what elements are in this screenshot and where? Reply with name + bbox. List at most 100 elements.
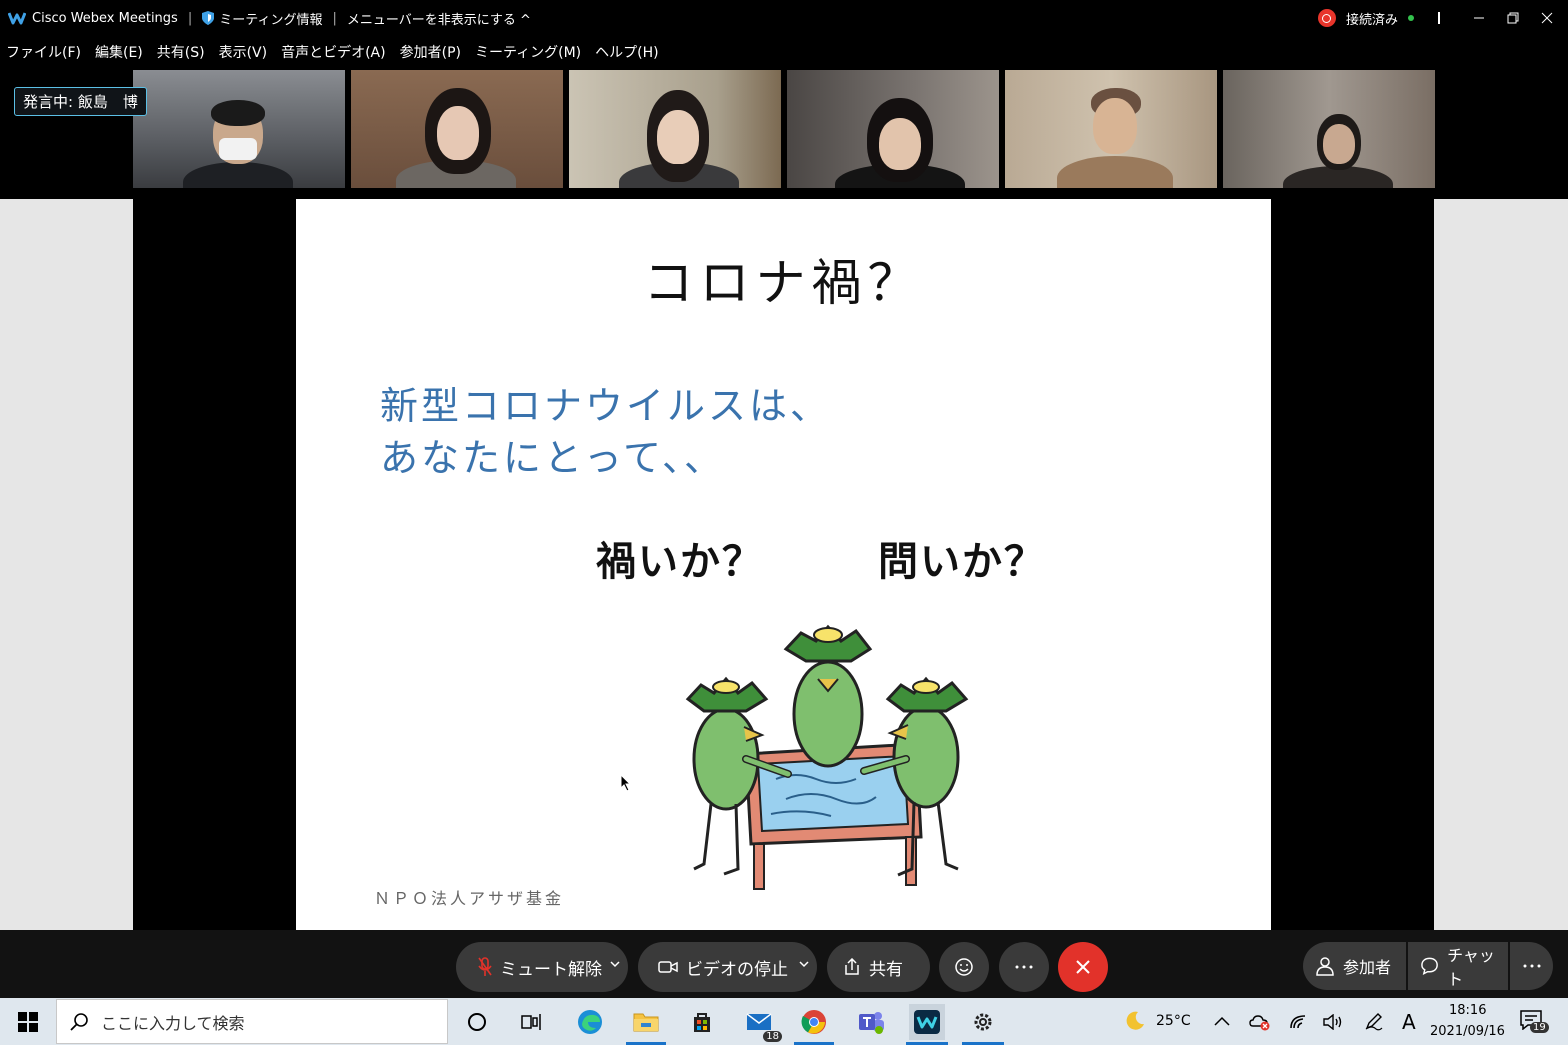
wifi-icon[interactable] <box>1289 1014 1307 1030</box>
video-strip: 発言中: 飯島 博 <box>0 68 1568 199</box>
meeting-info-label: ミーティング情報 <box>219 12 323 28</box>
participants-button[interactable]: 参加者 <box>1303 942 1406 990</box>
gear-icon <box>974 1013 992 1031</box>
person-icon <box>1316 957 1334 976</box>
participant-head <box>657 110 699 164</box>
taskbar-search-box[interactable]: ここに入力して検索 <box>56 999 448 1044</box>
menu-audio-video[interactable]: 音声とビデオ(A) <box>281 42 386 62</box>
minimize-icon <box>1474 17 1484 19</box>
participant-head <box>437 106 479 160</box>
mouse-cursor-icon <box>620 774 632 792</box>
shield-icon <box>202 11 215 25</box>
weather-temp[interactable]: 25°C <box>1156 1013 1191 1029</box>
connection-status: 接続済み <box>1345 12 1398 28</box>
face-mask <box>219 138 257 160</box>
webex-logo-icon <box>914 1010 940 1034</box>
windows-taskbar: ここに入力して検索 18 25°C A 18:16 2021/09/16 19 <box>0 998 1568 1045</box>
unmute-label: ミュート解除 <box>500 959 602 980</box>
more-options-button[interactable] <box>999 942 1049 992</box>
microphone-muted-icon <box>478 957 492 976</box>
connected-dot-icon <box>1408 15 1414 21</box>
slide-footer: ＮＰＯ法人アサザ基金 <box>374 889 565 908</box>
edge-logo-icon <box>578 1010 602 1034</box>
slide-subtitle-line1: 新型コロナウイルスは、 <box>380 384 832 428</box>
share-icon <box>845 958 859 975</box>
participant-body <box>1057 156 1173 188</box>
smiley-icon <box>955 958 973 976</box>
ime-indicator[interactable]: A <box>1402 1010 1416 1034</box>
more-dots-icon <box>1523 964 1540 968</box>
restore-icon <box>1507 12 1519 24</box>
menu-view[interactable]: 表示(V) <box>219 42 268 62</box>
weather-moon-icon[interactable] <box>1124 1010 1146 1032</box>
slide-title: コロナ禍？ <box>643 254 924 312</box>
menu-bar: ファイル(F) 編集(E) 共有(S) 表示(V) 音声とビデオ(A) 参加者(… <box>0 36 1568 68</box>
share-label: 共有 <box>869 959 903 980</box>
participant-head <box>1093 98 1137 154</box>
onedrive-error-icon[interactable] <box>1249 1013 1271 1031</box>
menu-share[interactable]: 共有(S) <box>157 42 205 62</box>
task-view-button[interactable] <box>514 1004 550 1040</box>
participants-label: 参加者 <box>1343 958 1392 977</box>
participant-hair <box>211 100 265 126</box>
chevron-up-icon[interactable] <box>1214 1016 1230 1026</box>
recording-icon[interactable] <box>1317 9 1336 27</box>
unmute-button[interactable]: ミュート解除 <box>456 942 628 992</box>
chevron-down-icon[interactable] <box>610 959 620 969</box>
edge-browser-icon[interactable] <box>572 1004 608 1040</box>
leave-meeting-button[interactable] <box>1058 942 1108 992</box>
video-camera-icon <box>658 961 678 973</box>
chrome-icon[interactable] <box>796 1004 832 1040</box>
store-icon[interactable] <box>684 1004 720 1040</box>
stop-video-label: ビデオの停止 <box>686 959 788 980</box>
shared-slide: コロナ禍？ 新型コロナウイルスは、 あなたにとって、、 禍いか？ 問いか？ ＮＰ… <box>296 199 1271 930</box>
participant-head <box>879 118 921 170</box>
reactions-button[interactable] <box>939 942 989 992</box>
menu-file[interactable]: ファイル(F) <box>6 42 81 62</box>
volume-icon[interactable] <box>1323 1014 1343 1030</box>
menu-meeting[interactable]: ミーティング(M) <box>475 42 581 62</box>
menu-help[interactable]: ヘルプ(H) <box>595 42 658 62</box>
mail-icon[interactable]: 18 <box>742 1004 782 1042</box>
app-title: Cisco Webex Meetings <box>32 10 178 26</box>
clock-date[interactable]: 2021/09/16 <box>1430 1024 1505 1039</box>
close-icon <box>1076 960 1090 974</box>
share-button[interactable]: 共有 <box>827 942 930 992</box>
participant-video-tile[interactable] <box>569 70 781 188</box>
envelope-icon <box>746 1013 772 1030</box>
panel-more-button[interactable] <box>1510 942 1553 990</box>
clock-time[interactable]: 18:16 <box>1449 1003 1486 1018</box>
cortana-button[interactable] <box>459 1004 495 1040</box>
restore-button[interactable] <box>1496 0 1530 36</box>
file-explorer-icon[interactable] <box>628 1004 664 1040</box>
participant-video-tile[interactable] <box>787 70 999 188</box>
menu-participants[interactable]: 参加者(P) <box>400 42 461 62</box>
minimize-button[interactable] <box>1462 0 1496 36</box>
slide-question-1: 禍いか？ <box>596 539 764 585</box>
participant-video-tile[interactable] <box>351 70 563 188</box>
webex-taskbar-icon[interactable] <box>909 1004 945 1040</box>
participant-head <box>1323 124 1355 164</box>
slide-subtitle-line2: あなたにとって、、 <box>380 436 726 480</box>
stop-video-button[interactable]: ビデオの停止 <box>638 942 817 992</box>
teams-icon[interactable] <box>853 1004 889 1040</box>
hide-menubar-button[interactable]: メニューバーを非表示にする ^ <box>347 9 531 28</box>
settings-icon[interactable] <box>965 1004 1001 1040</box>
title-bar-right: 接続済み <box>1317 0 1568 36</box>
participant-video-tile[interactable] <box>1005 70 1217 188</box>
pen-icon[interactable] <box>1364 1011 1384 1031</box>
meeting-info-button[interactable]: ミーティング情報 <box>202 9 322 28</box>
shopping-bag-icon <box>694 1013 710 1032</box>
search-placeholder: ここに入力して検索 <box>101 1013 245 1033</box>
active-speaker-badge: 発言中: 飯島 博 <box>14 87 147 116</box>
menu-edit[interactable]: 編集(E) <box>95 42 143 62</box>
task-view-icon <box>521 1014 541 1030</box>
start-button[interactable] <box>10 1004 46 1040</box>
participant-video-tile[interactable] <box>1223 70 1435 188</box>
chat-button[interactable]: チャット <box>1408 942 1508 990</box>
title-separator: | <box>187 10 193 26</box>
chevron-down-icon[interactable] <box>799 959 809 969</box>
participant-video-tile[interactable] <box>133 70 345 188</box>
close-window-button[interactable] <box>1530 0 1564 36</box>
close-icon <box>1541 12 1553 24</box>
